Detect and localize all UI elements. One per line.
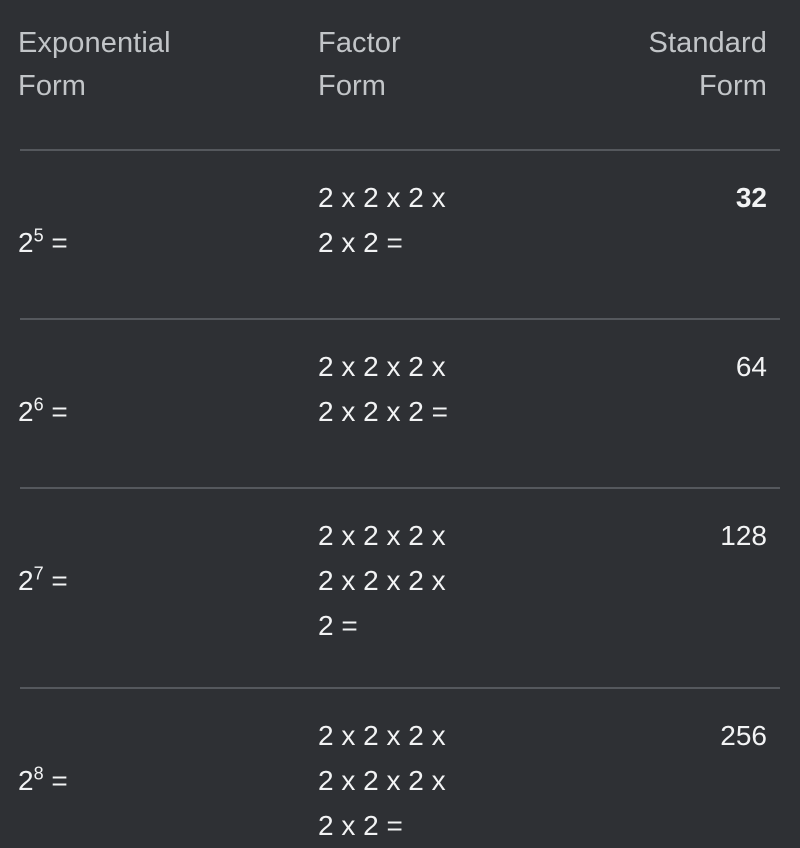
- cell-factor-form: 2 x 2 x 2 x 2 x 2 =: [318, 182, 446, 258]
- exponent-equals: =: [43, 565, 68, 596]
- cell-standard-form: 64: [735, 351, 767, 382]
- cell-standard-form: 128: [720, 520, 767, 551]
- column-header-factor-form: Factor Form: [318, 27, 401, 102]
- exponent-base: 2: [18, 396, 34, 427]
- column-header-standard-form: Standard Form: [648, 27, 767, 102]
- table-row: 25 = 2 x 2 x 2 x 2 x 2 = 32: [18, 151, 782, 265]
- row-spacer: [18, 648, 782, 687]
- exponent-equals: =: [43, 396, 68, 427]
- column-header-exponential-form: Exponential Form: [18, 27, 171, 102]
- exponent-base: 2: [18, 565, 34, 596]
- table-row: 27 = 2 x 2 x 2 x 2 x 2 x 2 x 2 = 128: [18, 489, 782, 648]
- exponent-power: 5: [33, 225, 44, 246]
- exponent-power: 6: [33, 394, 44, 415]
- row-spacer: [18, 434, 782, 487]
- cell-factor-form: 2 x 2 x 2 x 2 x 2 x 2 x 2 =: [318, 520, 446, 641]
- table-row: 28 = 2 x 2 x 2 x 2 x 2 x 2 x 2 x 2 = 256: [18, 689, 782, 848]
- exponent-base: 2: [18, 227, 34, 258]
- cell-standard-form: 32: [735, 182, 767, 213]
- table-header-row: Exponential Form Factor Form Standard Fo…: [18, 0, 782, 108]
- cell-exponential-form: 27 =: [18, 513, 318, 648]
- row-spacer: [18, 265, 782, 318]
- cell-exponential-form: 26 =: [18, 344, 318, 434]
- table-row: 26 = 2 x 2 x 2 x 2 x 2 x 2 = 64: [18, 320, 782, 434]
- cell-factor-form: 2 x 2 x 2 x 2 x 2 x 2 =: [318, 351, 448, 427]
- cell-exponential-form: 25 =: [18, 175, 318, 265]
- powers-of-two-table: Exponential Form Factor Form Standard Fo…: [0, 0, 800, 848]
- exponent-power: 7: [33, 563, 44, 584]
- exponent-equals: =: [43, 227, 68, 258]
